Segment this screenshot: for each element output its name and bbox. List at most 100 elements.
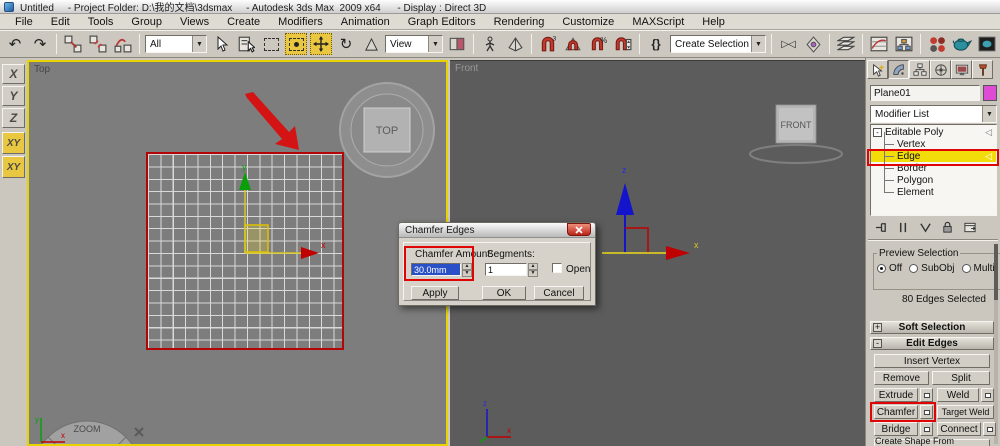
dropdown-arrow-icon[interactable]: ▼ xyxy=(751,36,765,52)
rendered-frame-window-icon[interactable] xyxy=(976,33,998,55)
select-object-icon[interactable] xyxy=(210,33,232,55)
use-pivot-center-icon[interactable] xyxy=(446,33,468,55)
stack-item-edge[interactable]: Edge ◁ xyxy=(871,144,996,162)
render-setup-icon[interactable] xyxy=(951,33,973,55)
connect-settings-button[interactable] xyxy=(983,422,996,436)
material-editor-icon[interactable] xyxy=(926,33,948,55)
target-weld-button[interactable]: Target Weld xyxy=(937,405,994,419)
mirror-icon[interactable]: ▷◁ xyxy=(777,33,799,55)
menu-help[interactable]: Help xyxy=(693,15,734,29)
menu-views[interactable]: Views xyxy=(171,15,218,29)
select-and-scale-icon[interactable] xyxy=(360,33,382,55)
remove-button[interactable]: Remove xyxy=(874,371,929,385)
menu-graph-editors[interactable]: Graph Editors xyxy=(399,15,485,29)
wheel-close-icon[interactable] xyxy=(134,427,144,437)
rollout-collapse-icon[interactable]: - xyxy=(873,339,882,348)
connect-button[interactable]: Connect xyxy=(937,422,981,436)
chamfer-amount-spinner[interactable]: 30.0mm ▲ ▼ xyxy=(411,263,472,277)
scrollbar-thumb[interactable] xyxy=(994,244,998,300)
tab-hierarchy-icon[interactable] xyxy=(909,60,930,79)
spinner-arrows[interactable]: ▲ ▼ xyxy=(528,263,538,277)
named-selection-set-dropdown[interactable]: Create Selection Set ▼ xyxy=(670,35,766,53)
select-by-name-icon[interactable] xyxy=(235,33,257,55)
selection-filter-dropdown[interactable]: All ▼ xyxy=(145,35,207,53)
layer-manager-icon[interactable] xyxy=(835,33,857,55)
bind-to-spacewarp-icon[interactable] xyxy=(112,33,134,55)
restrict-z-button[interactable]: Z xyxy=(2,108,25,128)
show-end-result-icon[interactable] xyxy=(897,221,910,234)
snaps-toggle-icon[interactable]: 3 xyxy=(537,33,559,55)
preview-subobj-label[interactable]: SubObj xyxy=(921,263,954,274)
insert-vertex-button[interactable]: Insert Vertex xyxy=(874,354,990,368)
menu-animation[interactable]: Animation xyxy=(332,15,399,29)
pin-stack-icon[interactable] xyxy=(875,221,888,234)
remove-modifier-icon[interactable] xyxy=(941,221,954,234)
menu-rendering[interactable]: Rendering xyxy=(485,15,554,29)
configure-modifier-sets-icon[interactable] xyxy=(963,221,977,234)
restrict-xy-plane-button[interactable]: XY xyxy=(2,132,25,154)
soft-selection-rollout[interactable]: + Soft Selection xyxy=(870,321,994,334)
apply-button[interactable]: Apply xyxy=(411,286,459,300)
object-color-swatch[interactable] xyxy=(983,85,997,101)
stack-item-element[interactable]: Element xyxy=(871,180,996,198)
spinner-snap-toggle-icon[interactable] xyxy=(612,33,634,55)
unlink-selection-icon[interactable] xyxy=(87,33,109,55)
tab-display-icon[interactable] xyxy=(951,60,972,79)
menu-edit[interactable]: Edit xyxy=(42,15,79,29)
bridge-button[interactable]: Bridge xyxy=(874,422,918,436)
object-name-input[interactable]: Plane01 xyxy=(870,85,980,101)
chamfer-edges-dialog[interactable]: Chamfer Edges Chamfer Amount: Segments: … xyxy=(398,222,596,306)
rollout-expand-icon[interactable]: + xyxy=(873,323,882,332)
keyboard-shortcut-override-icon[interactable] xyxy=(504,33,526,55)
tab-create-icon[interactable] xyxy=(867,60,888,79)
menu-tools[interactable]: Tools xyxy=(79,15,123,29)
preview-multi-radio[interactable] xyxy=(961,264,971,273)
preview-subobj-radio[interactable] xyxy=(909,264,919,273)
weld-button[interactable]: Weld xyxy=(937,388,979,402)
redo-icon[interactable]: ↷ xyxy=(29,33,51,55)
menu-group[interactable]: Group xyxy=(122,15,171,29)
stack-item-vertex[interactable]: Vertex xyxy=(871,132,996,150)
extrude-settings-button[interactable] xyxy=(920,388,933,402)
chamfer-settings-button[interactable] xyxy=(920,405,933,419)
stack-item-editable-poly[interactable]: - Editable Poly ◁ xyxy=(871,126,996,138)
edit-named-selection-sets-icon[interactable]: {} xyxy=(645,33,667,55)
select-link-icon[interactable] xyxy=(62,33,84,55)
select-and-manipulate-icon[interactable] xyxy=(479,33,501,55)
tab-modify-icon[interactable] xyxy=(888,60,909,79)
select-and-rotate-icon[interactable]: ↻ xyxy=(335,33,357,55)
menu-customize[interactable]: Customize xyxy=(553,15,623,29)
reference-coordinate-dropdown[interactable]: View ▼ xyxy=(385,35,443,53)
tab-utilities-icon[interactable] xyxy=(972,60,993,79)
weld-settings-button[interactable] xyxy=(981,388,994,402)
menu-create[interactable]: Create xyxy=(218,15,269,29)
stack-item-polygon[interactable]: Polygon xyxy=(871,168,996,186)
menu-modifiers[interactable]: Modifiers xyxy=(269,15,332,29)
spin-up-icon[interactable]: ▲ xyxy=(462,263,472,270)
schematic-view-icon[interactable] xyxy=(893,33,915,55)
viewcube-top-face-label[interactable]: TOP xyxy=(376,125,398,137)
wheel-zoom-label[interactable]: ZOOM xyxy=(74,424,101,434)
menu-maxscript[interactable]: MAXScript xyxy=(623,15,693,29)
dialog-close-button[interactable] xyxy=(567,223,591,236)
create-shape-button[interactable]: Create Shape From Selection xyxy=(874,436,990,446)
modifier-list-dropdown[interactable]: Modifier List ▼ xyxy=(870,105,997,123)
dropdown-arrow-icon[interactable]: ▼ xyxy=(428,36,442,52)
open-checkbox-label[interactable]: Open xyxy=(566,264,590,275)
open-checkbox[interactable] xyxy=(552,263,562,273)
ok-button[interactable]: OK xyxy=(482,286,526,300)
menu-file[interactable]: File xyxy=(6,15,42,29)
viewport-top-label[interactable]: Top xyxy=(34,64,50,75)
viewcube-front[interactable]: FRONT xyxy=(738,97,858,167)
angle-snap-toggle-icon[interactable] xyxy=(562,33,584,55)
viewport-front-label[interactable]: Front xyxy=(455,63,478,74)
preview-off-label[interactable]: Off xyxy=(889,263,902,274)
align-icon[interactable] xyxy=(802,33,824,55)
transform-gizmo-top[interactable]: y x xyxy=(209,162,329,282)
spin-down-icon[interactable]: ▼ xyxy=(528,270,538,277)
rectangular-selection-region-icon[interactable] xyxy=(260,33,282,55)
viewcube-front-face-label[interactable]: FRONT xyxy=(781,120,812,130)
extrude-button[interactable]: Extrude xyxy=(874,388,918,402)
restrict-x-button[interactable]: X xyxy=(2,64,25,84)
stack-item-border[interactable]: Border xyxy=(871,156,996,174)
